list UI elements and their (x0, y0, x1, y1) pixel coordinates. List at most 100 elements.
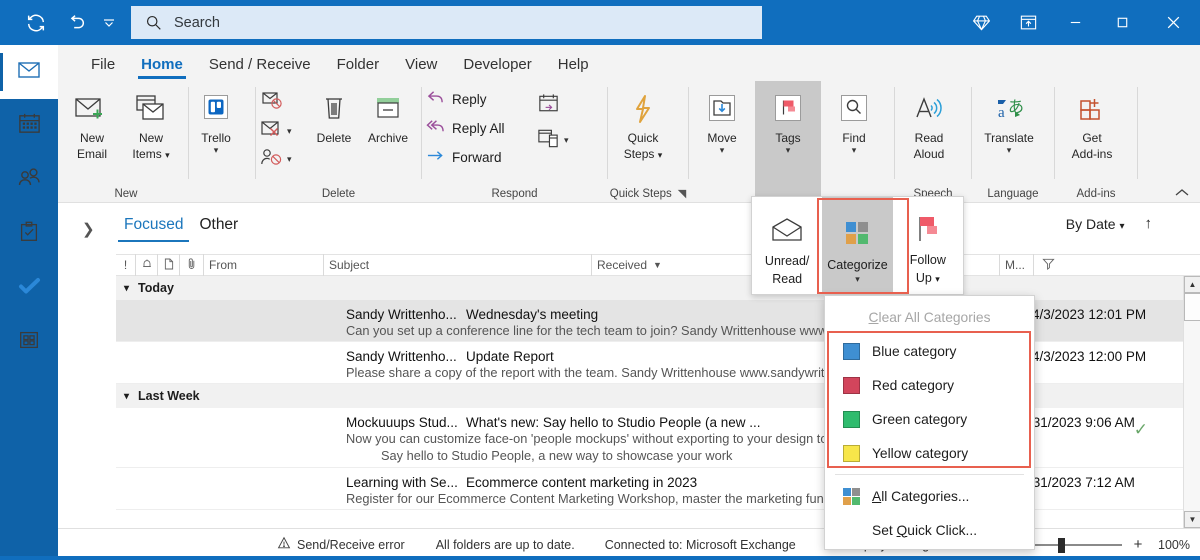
menu-item-set-quick-click[interactable]: Set Quick Click... (825, 513, 1034, 547)
scroll-down-button[interactable]: ▼ (1184, 511, 1200, 528)
menu-item-red-category[interactable]: Red category (825, 368, 1034, 402)
translate-button[interactable]: a あ Translate ▾ (972, 87, 1046, 155)
maximize-button[interactable] (1099, 0, 1146, 45)
arrow-up-icon[interactable]: ↑ (1145, 215, 1153, 232)
clean-up-button[interactable]: ▾ (256, 145, 308, 173)
sidebar-item-mail[interactable] (0, 45, 58, 99)
send-receive-error[interactable]: Send/Receive error (277, 536, 405, 553)
tab-view-label: View (405, 55, 438, 73)
scrollbar-thumb[interactable] (1184, 293, 1200, 321)
undo-icon[interactable] (56, 3, 96, 43)
chevron-down-icon[interactable]: ▾ (852, 146, 857, 155)
chevron-down-icon[interactable]: ▾ (564, 135, 569, 144)
table-row[interactable]: Sandy Writtenho... Update Report Mon 4/3… (116, 342, 1200, 384)
table-row[interactable]: Mockuuups Stud... What's new: Say hello … (116, 408, 1200, 468)
new-email-button[interactable]: New Email (64, 87, 120, 161)
chevron-down-icon[interactable]: ▾ (1007, 146, 1012, 155)
column-filter[interactable] (1034, 254, 1062, 276)
tab-view[interactable]: View (392, 47, 450, 81)
ignore-icon (260, 90, 284, 117)
column-attachment[interactable] (180, 254, 204, 276)
find-button[interactable]: Find ▾ (821, 81, 887, 155)
column-from[interactable]: From (204, 254, 324, 276)
zoom-in-button[interactable]: + (1132, 536, 1144, 553)
reply-all-button[interactable]: Reply All (422, 114, 532, 143)
sidebar-item-people[interactable] (0, 153, 58, 207)
tab-other[interactable]: Other (191, 208, 246, 242)
tab-focused[interactable]: Focused (116, 208, 191, 242)
column-reminder[interactable] (136, 254, 158, 276)
complete-check-icon[interactable]: ✓ (1134, 420, 1148, 440)
tab-developer[interactable]: Developer (450, 47, 544, 81)
page-icon (164, 258, 174, 273)
table-row[interactable]: Sandy Writtenho... Wednesday's meeting M… (116, 300, 1200, 342)
meeting-button[interactable] (532, 89, 594, 123)
junk-button[interactable]: ▾ (256, 117, 308, 145)
chevron-down-icon[interactable]: ▾ (720, 146, 725, 155)
sidebar-item-tasks[interactable] (0, 207, 58, 261)
unread-read-button[interactable]: Unread/ Read (752, 197, 822, 294)
tab-developer-label: Developer (463, 55, 532, 73)
column-subject[interactable]: Subject (324, 254, 592, 276)
tab-send-receive[interactable]: Send / Receive (196, 47, 324, 81)
group-header-last-week-label: Last Week (138, 389, 200, 403)
tab-help[interactable]: Help (545, 47, 602, 81)
new-email-label-2: Email (76, 147, 107, 161)
expand-folder-pane-icon[interactable]: ❯ (82, 220, 95, 238)
quick-access-toolbar (0, 3, 122, 43)
sort-control[interactable]: By Date ▾ ↑ (1066, 215, 1152, 232)
column-page[interactable] (158, 254, 180, 276)
read-aloud-button[interactable]: Read Aloud (895, 87, 963, 161)
close-button[interactable] (1146, 0, 1200, 45)
menu-item-blue-category[interactable]: Blue category (825, 334, 1034, 368)
ignore-button[interactable] (256, 89, 308, 117)
message-line-1: Mockuuups Stud... What's new: Say hello … (346, 413, 1190, 431)
forward-button[interactable]: Forward (422, 143, 532, 172)
sidebar-item-todo[interactable] (0, 261, 58, 315)
column-mention[interactable]: M... (1000, 254, 1034, 276)
tab-home[interactable]: Home (128, 47, 196, 81)
tab-folder[interactable]: Folder (324, 47, 393, 81)
tags-button[interactable]: Tags ▾ (755, 81, 821, 203)
dialog-launcher-icon[interactable]: ◥ (678, 187, 686, 200)
sidebar-item-more-apps[interactable] (0, 315, 58, 369)
delete-button[interactable]: Delete (308, 87, 360, 145)
collapse-ribbon-icon[interactable] (1174, 187, 1190, 201)
new-items-button[interactable]: New Items ▾ (120, 87, 182, 162)
move-label: Move (707, 131, 737, 145)
zoom-slider-thumb[interactable] (1058, 537, 1065, 553)
archive-button[interactable]: Archive (360, 87, 416, 145)
reply-button[interactable]: Reply (422, 85, 532, 114)
refresh-icon[interactable] (16, 3, 56, 43)
menu-item-all-categories[interactable]: All Categories... (825, 479, 1034, 513)
chevron-down-icon[interactable]: ▾ (786, 146, 791, 155)
trello-button[interactable]: Trello ▾ (189, 87, 243, 155)
search-input[interactable]: Search (131, 6, 762, 39)
get-addins-button[interactable]: Get Add-ins (1055, 87, 1129, 161)
tab-file[interactable]: File (78, 47, 128, 81)
qat-more-icon[interactable] (96, 3, 122, 43)
chevron-down-icon[interactable]: ▾ (214, 146, 219, 155)
restore-ribbon-icon[interactable] (1005, 0, 1052, 45)
diamond-icon[interactable] (958, 0, 1005, 45)
follow-up-button[interactable]: Follow Up ▾ (893, 197, 963, 294)
sidebar-item-calendar[interactable] (0, 99, 58, 153)
categorize-button[interactable]: Categorize ▾ (822, 197, 893, 294)
vertical-scrollbar[interactable]: ▲ ▼ (1183, 276, 1200, 528)
group-header-today[interactable]: ▾ Today (116, 276, 1200, 300)
more-respond-button[interactable]: ▾ (532, 123, 594, 157)
chevron-down-icon[interactable]: ▾ (855, 274, 860, 283)
menu-item-green-category[interactable]: Green category (825, 402, 1034, 436)
sort-by-date[interactable]: By Date ▾ (1066, 216, 1125, 232)
chevron-down-icon: ▾ (124, 390, 130, 402)
group-header-last-week[interactable]: ▾ Last Week (116, 384, 1200, 408)
scroll-up-button[interactable]: ▲ (1184, 276, 1200, 293)
column-importance[interactable]: ! (116, 254, 136, 276)
quick-steps-button[interactable]: Quick Steps ▾ (608, 87, 678, 162)
move-button[interactable]: Move ▾ (689, 81, 755, 155)
chevron-down-icon[interactable]: ▾ (287, 126, 292, 135)
menu-item-yellow-category[interactable]: Yellow category (825, 436, 1034, 470)
table-row[interactable]: Learning with Se... Ecommerce content ma… (116, 468, 1200, 510)
chevron-down-icon[interactable]: ▾ (287, 154, 292, 163)
minimize-button[interactable] (1052, 0, 1099, 45)
